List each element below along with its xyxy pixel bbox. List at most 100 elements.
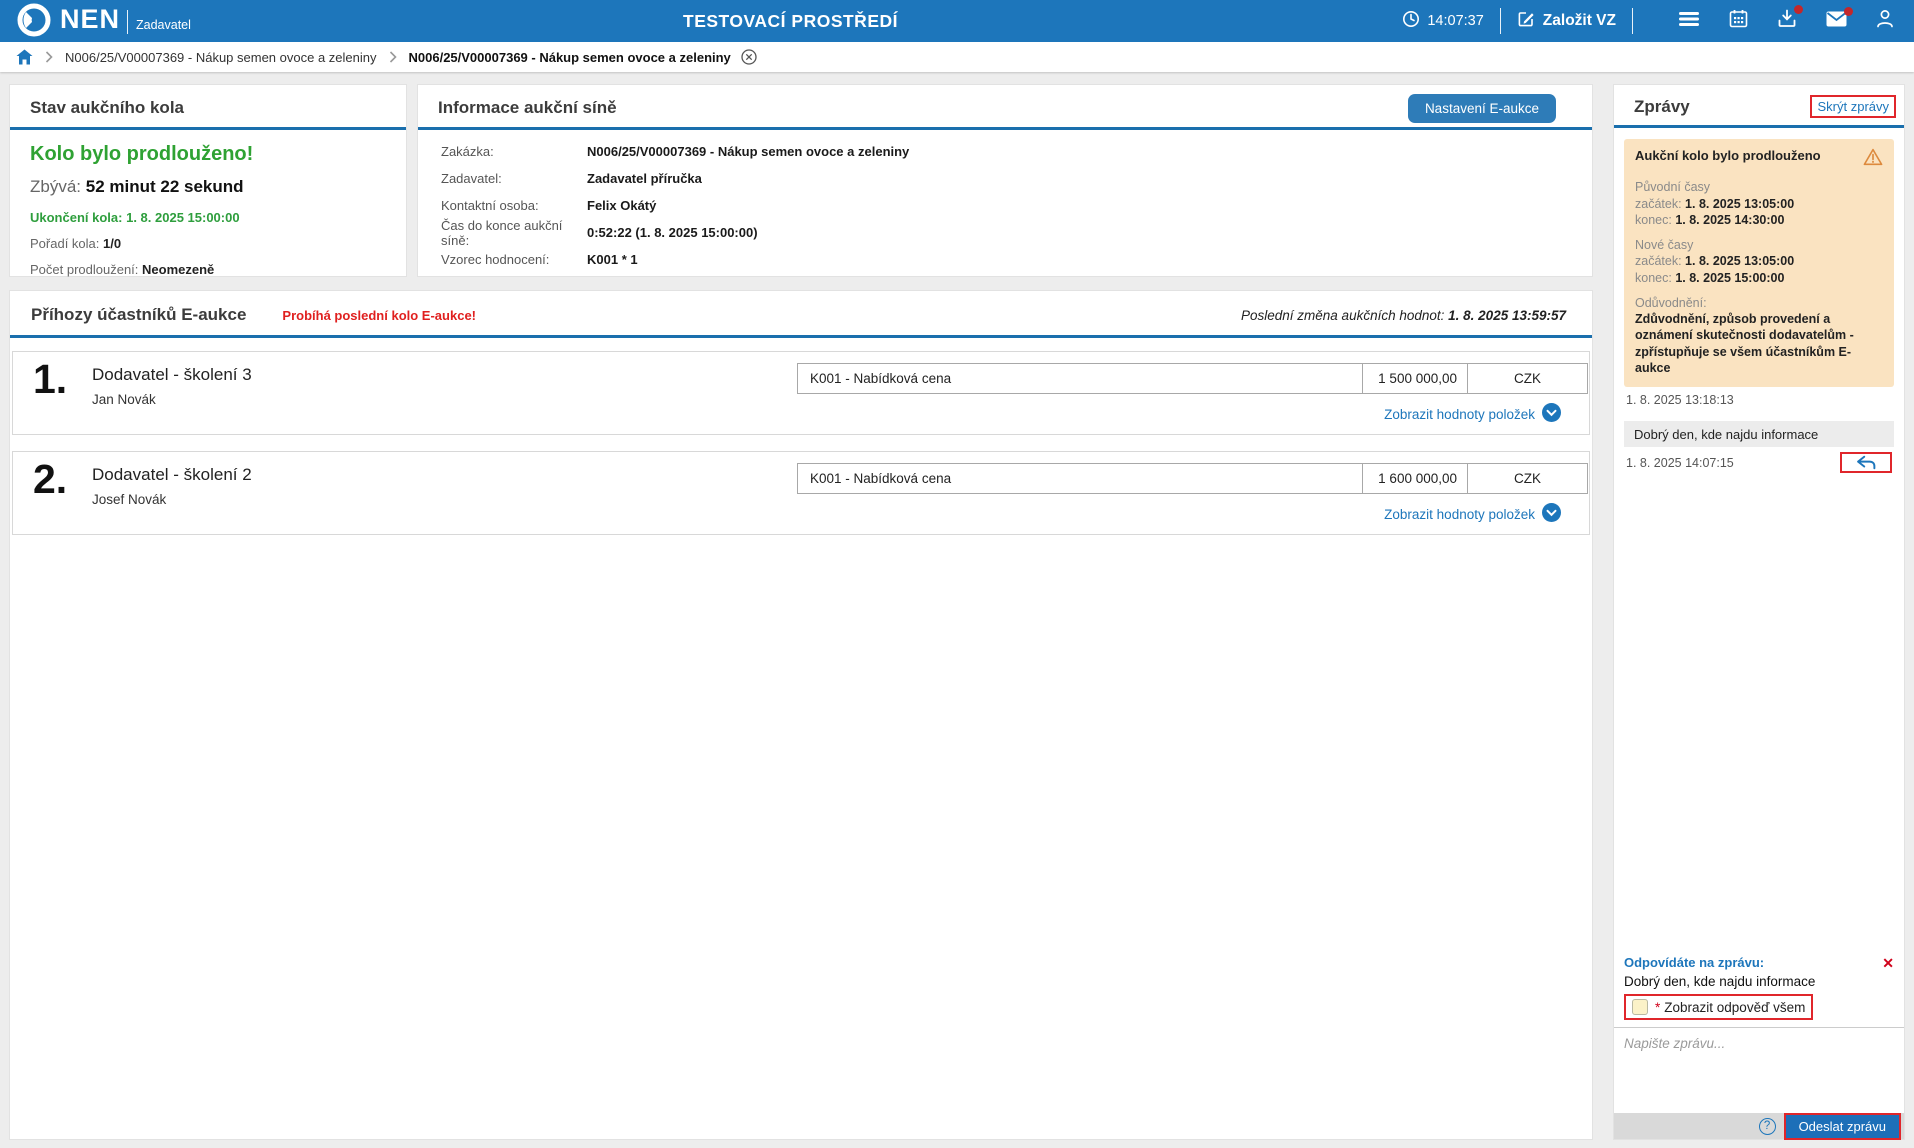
required-mark: *: [1655, 1000, 1660, 1015]
show-item-values-link[interactable]: Zobrazit hodnoty položek: [1384, 503, 1561, 525]
round-end-value: 1. 8. 2025 15:00:00: [126, 210, 239, 225]
show-reply-to-all-checkbox[interactable]: [1632, 999, 1648, 1015]
last-change-row: Poslední změna aukčních hodnot: 1. 8. 20…: [1241, 308, 1566, 323]
bid-supplier-name: Dodavatel - školení 3: [92, 365, 252, 385]
bid-row: 2. Dodavatel - školení 2 Josef Novák K00…: [12, 451, 1590, 535]
auction-room-info-panel: Informace aukční síně Nastavení E-aukce …: [417, 84, 1593, 277]
round-extended-headline: Kolo bylo prodlouženo!: [30, 143, 386, 166]
bid-currency-field: CZK: [1468, 363, 1588, 394]
download-tray-icon: [1777, 9, 1797, 33]
calendar-button[interactable]: [1729, 9, 1748, 33]
auction-round-status-panel: Stav aukčního kola Kolo bylo prodlouženo…: [9, 84, 407, 277]
create-vz-label: Založit VZ: [1543, 12, 1616, 30]
reply-footer-bar: ? Odeslat zprávu: [1614, 1113, 1904, 1139]
show-reply-to-all-field: * Zobrazit odpověď všem: [1624, 994, 1813, 1020]
system-message-card: Aukční kolo bylo prodlouženo Původní čas…: [1624, 139, 1894, 387]
round-order-label: Pořadí kola:: [30, 236, 99, 251]
downloads-button[interactable]: [1777, 9, 1797, 33]
message-timestamp: 1. 8. 2025 14:07:15: [1626, 456, 1734, 470]
user-message-card: Dobrý den, kde najdu informace: [1624, 421, 1894, 447]
create-vz-button[interactable]: Založit VZ: [1517, 10, 1616, 33]
message-input[interactable]: [1614, 1027, 1904, 1113]
show-item-values-label: Zobrazit hodnoty položek: [1384, 507, 1535, 522]
original-start-value: 1. 8. 2025 13:05:00: [1685, 197, 1794, 211]
round-order-value: 1/0: [103, 236, 121, 251]
info-row: Čas do konce aukční síně:0:52:22 (1. 8. …: [441, 219, 1592, 246]
show-item-values-link[interactable]: Zobrazit hodnoty položek: [1384, 403, 1561, 425]
app-header: NEN Zadavatel TESTOVACÍ PROSTŘEDÍ 14:07:…: [0, 0, 1914, 42]
eauction-settings-button[interactable]: Nastavení E-aukce: [1408, 94, 1556, 123]
bid-currency-field: CZK: [1468, 463, 1588, 494]
breadcrumb: N006/25/V00007369 - Nákup semen ovoce a …: [0, 42, 1914, 72]
info-value: K001 * 1: [587, 252, 638, 267]
round-end-label: Ukončení kola:: [30, 210, 122, 225]
new-start-row: začátek: 1. 8. 2025 13:05:00: [1635, 253, 1883, 269]
user-profile-button[interactable]: [1876, 9, 1894, 33]
original-times-heading: Původní časy: [1635, 179, 1883, 195]
brand-text: NEN: [60, 0, 120, 39]
original-start-row: začátek: 1. 8. 2025 13:05:00: [1635, 196, 1883, 212]
info-row: Vzorec hodnocení:K001 * 1: [441, 246, 1592, 273]
panel-title: Informace aukční síně: [418, 85, 637, 127]
extension-count-value: Neomezeně: [142, 262, 214, 277]
bid-rank: 1.: [33, 356, 67, 403]
chevron-right-icon: [45, 51, 53, 63]
info-value: Zadavatel příručka: [587, 171, 702, 186]
close-reply-icon[interactable]: ✕: [1882, 956, 1894, 970]
remaining-value: 52 minut 22 sekund: [86, 177, 244, 196]
bid-amount-field: 1 600 000,00: [1363, 463, 1468, 494]
bid-criterion-field: K001 - Nabídková cena: [797, 363, 1363, 394]
reason-label: Odůvodnění:: [1635, 295, 1883, 311]
show-item-values-label: Zobrazit hodnoty položek: [1384, 407, 1535, 422]
panel-title-underline: [1614, 125, 1904, 128]
reply-arrow-icon: [1855, 455, 1877, 470]
new-start-value: 1. 8. 2025 13:05:00: [1685, 254, 1794, 268]
messages-button[interactable]: [1826, 11, 1847, 32]
notification-badge: [1794, 5, 1803, 14]
hide-messages-link[interactable]: Skrýt zprávy: [1810, 95, 1896, 118]
reply-button[interactable]: [1840, 452, 1892, 473]
breadcrumb-item[interactable]: N006/25/V00007369 - Nákup semen ovoce a …: [65, 50, 377, 65]
help-icon[interactable]: ?: [1759, 1118, 1776, 1135]
nen-logo[interactable]: NEN Zadavatel: [0, 0, 191, 43]
clock-icon: [1402, 10, 1420, 33]
last-change-label: Poslední změna aukčních hodnot:: [1241, 308, 1444, 323]
participant-bids-panel: Příhozy účastníků E-aukce Probíhá posled…: [9, 290, 1593, 1140]
start-label: začátek:: [1635, 197, 1682, 211]
menu-button[interactable]: [1678, 10, 1700, 33]
new-times-heading: Nové časy: [1635, 237, 1883, 253]
send-message-highlight: Odeslat zprávu: [1784, 1113, 1901, 1140]
info-label: Vzorec hodnocení:: [441, 252, 587, 267]
info-label: Zadavatel:: [441, 171, 587, 186]
system-message-title: Aukční kolo bylo prodlouženo: [1635, 148, 1821, 165]
chevron-right-icon: [389, 51, 397, 63]
extension-count-label: Počet prodloužení:: [30, 262, 138, 277]
new-end-value: 1. 8. 2025 15:00:00: [1675, 271, 1784, 285]
messages-sidebar: Zprávy Skrýt zprávy Aukční kolo bylo pro…: [1613, 84, 1905, 1140]
brand-role-label: Zadavatel: [136, 18, 191, 32]
send-message-button[interactable]: Odeslat zprávu: [1786, 1115, 1899, 1138]
home-icon[interactable]: [16, 49, 33, 65]
time-remaining-row: Zbývá: 52 minut 22 sekund: [30, 177, 386, 197]
bid-contact-person: Jan Novák: [92, 392, 156, 407]
close-tab-icon[interactable]: [741, 49, 757, 65]
info-label: Zakázka:: [441, 144, 587, 159]
message-timestamp: 1. 8. 2025 13:18:13: [1626, 393, 1892, 407]
last-round-alert: Probíhá poslední kolo E-aukce!: [282, 308, 476, 323]
round-order-row: Pořadí kola: 1/0: [30, 236, 386, 251]
quoted-message-text: Dobrý den, kde najdu informace: [1624, 974, 1894, 989]
bid-rank: 2.: [33, 456, 67, 503]
panel-title-underline: [10, 335, 1592, 338]
original-end-value: 1. 8. 2025 14:30:00: [1675, 213, 1784, 227]
brand-divider: [127, 10, 128, 34]
header-divider: [1500, 8, 1501, 34]
edit-icon: [1517, 10, 1535, 33]
server-time: 14:07:37: [1402, 10, 1483, 33]
end-label: konec:: [1635, 213, 1672, 227]
new-end-row: konec: 1. 8. 2025 15:00:00: [1635, 270, 1883, 286]
breadcrumb-item-active[interactable]: N006/25/V00007369 - Nákup semen ovoce a …: [409, 50, 731, 65]
hamburger-icon: [1678, 10, 1700, 33]
extension-count-row: Počet prodloužení: Neomezeně: [30, 262, 386, 277]
bid-amount-field: 1 500 000,00: [1363, 363, 1468, 394]
bid-row: 1. Dodavatel - školení 3 Jan Novák K001 …: [12, 351, 1590, 435]
